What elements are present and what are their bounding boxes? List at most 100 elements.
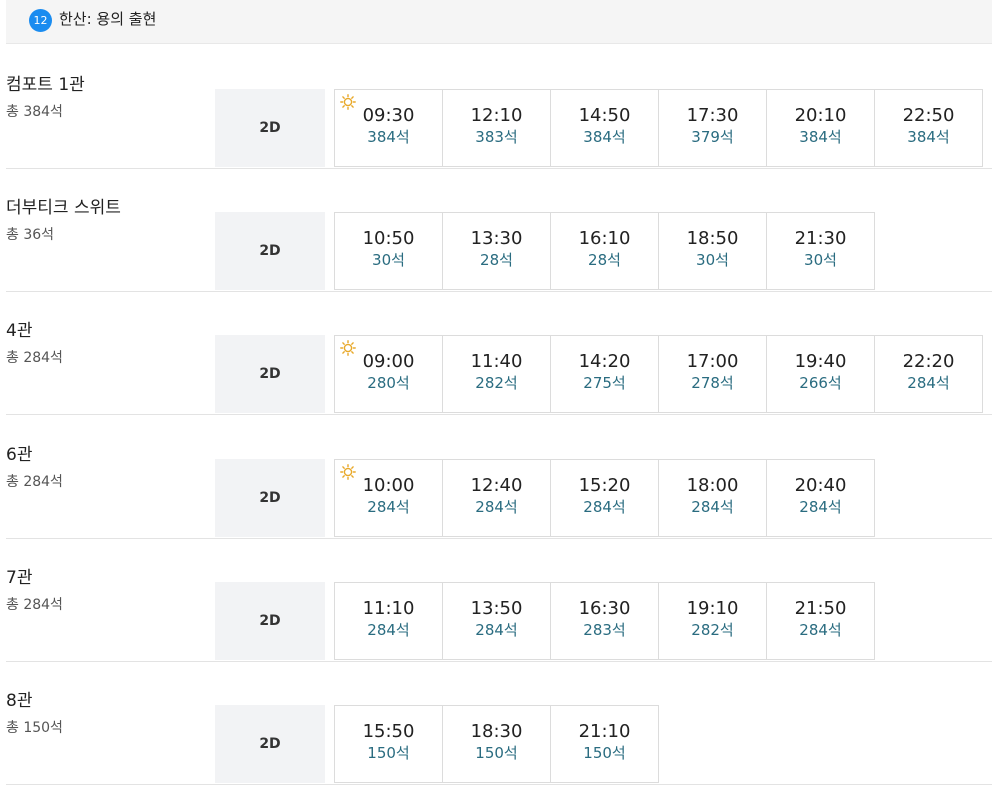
hall-row: 7관 총 284석 2D 11:10 284석 13:50 284석 16:30 283석 19:… <box>6 538 992 662</box>
showtime-button[interactable]: 16:10 28석 <box>550 212 659 290</box>
hall-name: 4관 <box>6 321 33 341</box>
showtime-available-seats: 383석 <box>475 128 518 146</box>
showtime-button[interactable]: 15:50 150석 <box>334 705 443 783</box>
showtime-available-seats: 30석 <box>804 251 837 269</box>
showtime-available-seats: 282석 <box>475 374 518 392</box>
hall-name: 6관 <box>6 445 33 465</box>
showtime-available-seats: 284석 <box>367 621 410 639</box>
showtime-time: 17:00 <box>686 351 739 372</box>
showtime-button[interactable]: 16:30 283석 <box>550 582 659 660</box>
showtime-button[interactable]: 12:10 383석 <box>442 89 551 167</box>
showtime-button[interactable]: 10:00 284석 <box>334 459 443 537</box>
hall-total-seats: 총 284석 <box>6 474 63 490</box>
showtime-button[interactable]: 22:50 384석 <box>874 89 983 167</box>
showtime-available-seats: 30석 <box>372 251 405 269</box>
showtime-time: 10:50 <box>362 228 415 249</box>
showtime-button[interactable]: 17:00 278석 <box>658 335 767 413</box>
showtime-button[interactable]: 15:20 284석 <box>550 459 659 537</box>
showtime-button[interactable]: 18:00 284석 <box>658 459 767 537</box>
showtime-button[interactable]: 09:00 280석 <box>334 335 443 413</box>
showtime-button[interactable]: 21:30 30석 <box>766 212 875 290</box>
format-label: 2D <box>215 89 325 167</box>
showtime-button[interactable]: 22:20 284석 <box>874 335 983 413</box>
rating-badge: 12 <box>29 9 52 32</box>
showtime-available-seats: 28석 <box>480 251 513 269</box>
showtime-available-seats: 280석 <box>367 374 410 392</box>
showtime-available-seats: 284석 <box>475 621 518 639</box>
hall-total-seats: 총 284석 <box>6 350 63 366</box>
showtime-button[interactable]: 13:30 28석 <box>442 212 551 290</box>
showtime-available-seats: 379석 <box>691 128 734 146</box>
showtime-available-seats: 28석 <box>588 251 621 269</box>
hall-name: 7관 <box>6 568 33 588</box>
showtime-available-seats: 284석 <box>475 498 518 516</box>
showtime-list: 15:50 150석 18:30 150석 21:10 150석 <box>334 705 659 783</box>
showtime-button[interactable]: 17:30 379석 <box>658 89 767 167</box>
showtime-time: 22:20 <box>902 351 955 372</box>
showtime-time: 16:30 <box>578 598 631 619</box>
showtime-time: 20:10 <box>794 105 847 126</box>
showtime-button[interactable]: 14:20 275석 <box>550 335 659 413</box>
showtime-available-seats: 284석 <box>367 498 410 516</box>
showtime-time: 12:10 <box>470 105 523 126</box>
hall-row: 8관 총 150석 2D 15:50 150석 18:30 150석 21:10 150석 <box>6 661 992 785</box>
showtime-time: 09:30 <box>362 105 415 126</box>
showtime-button[interactable]: 10:50 30석 <box>334 212 443 290</box>
showtime-button[interactable]: 18:30 150석 <box>442 705 551 783</box>
showtime-available-seats: 284석 <box>799 498 842 516</box>
showtime-button[interactable]: 21:50 284석 <box>766 582 875 660</box>
showtime-button[interactable]: 11:10 284석 <box>334 582 443 660</box>
showtime-time: 21:50 <box>794 598 847 619</box>
showtime-button[interactable]: 12:40 284석 <box>442 459 551 537</box>
showtime-time: 21:30 <box>794 228 847 249</box>
hall-total-seats: 총 150석 <box>6 720 63 736</box>
showtime-time: 18:50 <box>686 228 739 249</box>
format-label: 2D <box>215 212 325 290</box>
hall-name: 컴포트 1관 <box>6 75 85 95</box>
showtime-list: 11:10 284석 13:50 284석 16:30 283석 19:10 282석 21:5… <box>334 582 875 660</box>
showtime-button[interactable]: 19:40 266석 <box>766 335 875 413</box>
showtime-time: 13:30 <box>470 228 523 249</box>
showtime-button[interactable]: 09:30 384석 <box>334 89 443 167</box>
showtime-button[interactable]: 18:50 30석 <box>658 212 767 290</box>
showtime-available-seats: 284석 <box>691 498 734 516</box>
showtime-button[interactable]: 19:10 282석 <box>658 582 767 660</box>
showtime-available-seats: 278석 <box>691 374 734 392</box>
showtime-time: 14:20 <box>578 351 631 372</box>
showtime-button[interactable]: 13:50 284석 <box>442 582 551 660</box>
showtime-time: 10:00 <box>362 475 415 496</box>
format-label: 2D <box>215 705 325 783</box>
showtime-list: 09:30 384석 12:10 383석 14:50 384석 17:30 379석 20:1… <box>334 89 983 167</box>
showtime-available-seats: 384석 <box>583 128 626 146</box>
showtime-available-seats: 384석 <box>367 128 410 146</box>
hall-total-seats: 총 284석 <box>6 597 63 613</box>
showtime-available-seats: 283석 <box>583 621 626 639</box>
showtime-button[interactable]: 20:10 384석 <box>766 89 875 167</box>
showtime-time: 11:10 <box>362 598 415 619</box>
showtime-available-seats: 150석 <box>475 744 518 762</box>
showtime-list: 10:50 30석 13:30 28석 16:10 28석 18:50 30석 21:30 30석 <box>334 212 875 290</box>
showtime-button[interactable]: 14:50 384석 <box>550 89 659 167</box>
showtime-time: 15:20 <box>578 475 631 496</box>
showtime-button[interactable]: 11:40 282석 <box>442 335 551 413</box>
showtime-button[interactable]: 20:40 284석 <box>766 459 875 537</box>
movie-header: 12 한산: 용의 출현 <box>6 0 992 44</box>
showtime-time: 22:50 <box>902 105 955 126</box>
showtime-list: 09:00 280석 11:40 282석 14:20 275석 17:00 278석 19:4… <box>334 335 983 413</box>
hall-row: 4관 총 284석 2D 09:00 280석 11:40 282석 14:20 275석 17:… <box>6 291 992 415</box>
showtime-time: 19:40 <box>794 351 847 372</box>
hall-total-seats: 총 36석 <box>6 227 55 243</box>
format-label: 2D <box>215 582 325 660</box>
showtime-time: 15:50 <box>362 721 415 742</box>
format-label: 2D <box>215 459 325 537</box>
showtime-time: 18:00 <box>686 475 739 496</box>
showtime-available-seats: 384석 <box>799 128 842 146</box>
showtime-available-seats: 284석 <box>799 621 842 639</box>
hall-row: 컴포트 1관 총 384석 2D 09:30 384석 12:10 383석 14:50 384… <box>6 45 992 169</box>
showtime-time: 09:00 <box>362 351 415 372</box>
showtime-time: 16:10 <box>578 228 631 249</box>
showtime-button[interactable]: 21:10 150석 <box>550 705 659 783</box>
hall-row: 6관 총 284석 2D 10:00 284석 12:40 284석 15:20 284석 18:… <box>6 415 992 539</box>
hall-name: 8관 <box>6 691 33 711</box>
showtime-available-seats: 266석 <box>799 374 842 392</box>
